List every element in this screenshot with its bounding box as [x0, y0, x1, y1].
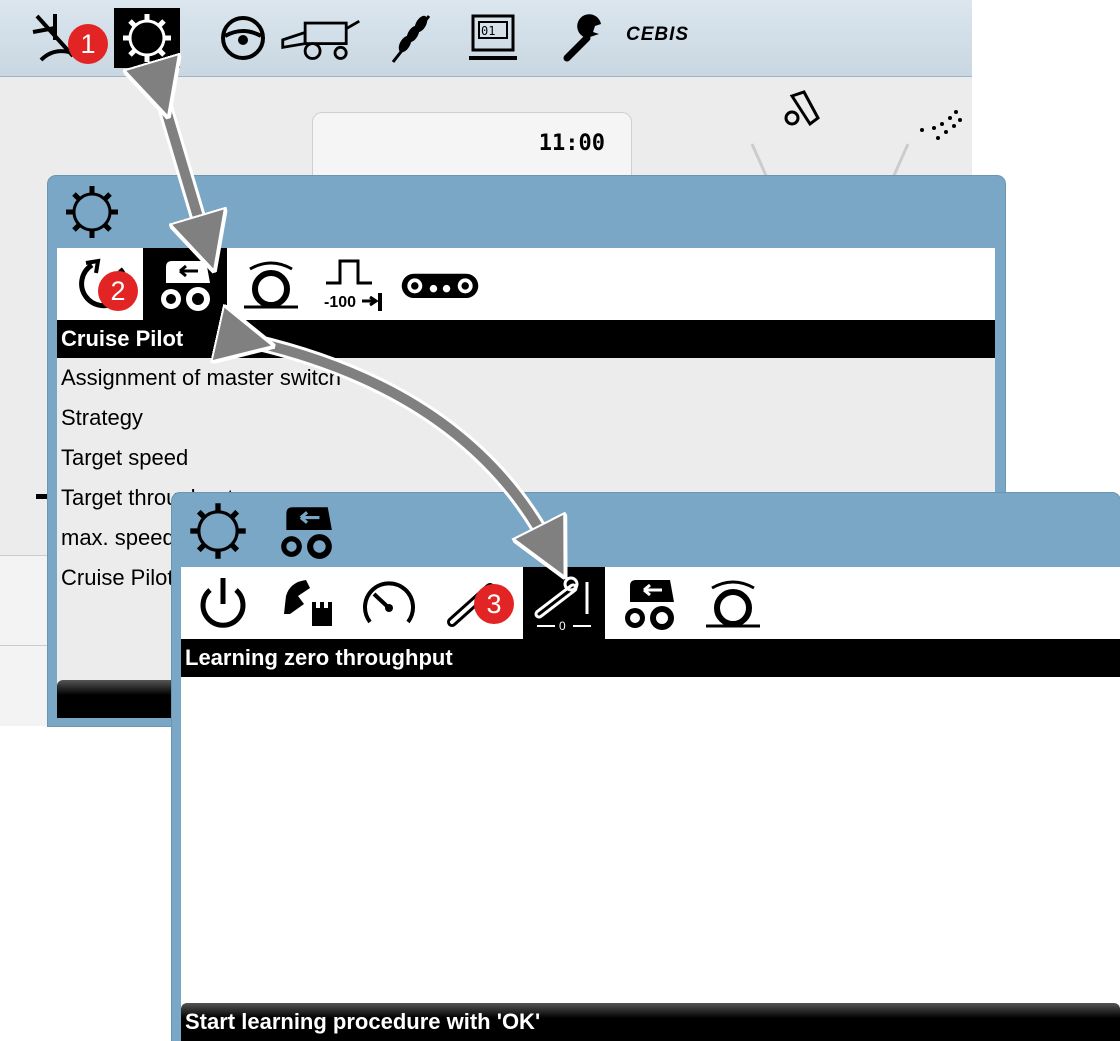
zero-throughput-icon: 0 — [534, 576, 591, 632]
menu-item-strategy[interactable]: Strategy — [57, 398, 995, 438]
tractor-arrow-icon — [161, 261, 210, 311]
base-dash-mark — [36, 494, 48, 499]
tab-chess[interactable] — [267, 567, 347, 639]
tab-tractor-arrow[interactable] — [609, 567, 689, 639]
tractor-arrow-icon — [281, 507, 332, 559]
tab-speedometer[interactable] — [349, 567, 429, 639]
svg-text:0: 0 — [559, 619, 566, 632]
cruise-pilot-tab-row: -100 — [57, 248, 995, 320]
tab-tractor-arrow[interactable] — [143, 248, 227, 320]
wrench-icon[interactable] — [552, 8, 618, 68]
settings-gear-icon[interactable] — [114, 8, 180, 68]
learning-zero-throughput-body: 0 Learning zero throughput Start learnin… — [181, 567, 1120, 1041]
badge-3: 3 — [474, 584, 514, 624]
menu-item-master-switch[interactable]: Assignment of master switch — [57, 358, 995, 398]
tab-drum-speed[interactable] — [231, 248, 311, 320]
cebis-brand: CEBIS — [626, 24, 690, 45]
badge-2: 2 — [98, 271, 138, 311]
settings-gear-icon — [190, 503, 246, 559]
tab-track[interactable] — [395, 248, 485, 320]
track-icon — [401, 273, 479, 298]
base-side-divider — [0, 645, 48, 646]
pulse-100-icon: -100 — [324, 259, 382, 311]
grain-ear-icon[interactable] — [380, 8, 446, 68]
tab-zero-throughput[interactable]: 0 — [523, 567, 605, 639]
tractor-arrow-icon — [625, 580, 674, 630]
svg-text:-100: -100 — [324, 294, 356, 311]
clock: 11:00 — [538, 131, 605, 156]
speedometer-icon — [363, 581, 415, 624]
learning-tab-row: 0 — [181, 567, 1120, 639]
combine-harvester-icon[interactable] — [276, 8, 366, 68]
learning-statusbar[interactable]: Start learning procedure with 'OK' — [181, 1003, 1120, 1041]
counter-display-icon[interactable]: 01 — [460, 8, 526, 68]
settings-gear-icon — [66, 186, 118, 238]
svg-text:01: 01 — [481, 24, 495, 38]
drum-speed-icon — [244, 261, 298, 309]
drum-speed-icon — [706, 580, 760, 628]
auger-icon — [784, 90, 820, 127]
menu-item-target-speed[interactable]: Target speed — [57, 438, 995, 478]
tab-drum-speed[interactable] — [693, 567, 773, 639]
base-side-panel — [0, 555, 48, 726]
tab-power[interactable] — [185, 567, 261, 639]
chess-icon — [284, 580, 332, 626]
tab-pulse-100[interactable]: -100 — [313, 248, 393, 320]
grain-tank-outline — [750, 143, 910, 180]
top-navigation-bar: 01 CEBIS — [0, 0, 972, 77]
learning-zero-throughput-title: Learning zero throughput — [181, 639, 1120, 677]
steering-wheel-icon[interactable] — [210, 8, 276, 68]
badge-1: 1 — [68, 24, 108, 64]
power-icon — [200, 578, 246, 628]
cruise-pilot-title: Cruise Pilot — [57, 320, 995, 358]
grain-spread-icon — [920, 110, 962, 140]
learning-zero-throughput-dialog: 0 Learning zero throughput Start learnin… — [172, 493, 1120, 1041]
